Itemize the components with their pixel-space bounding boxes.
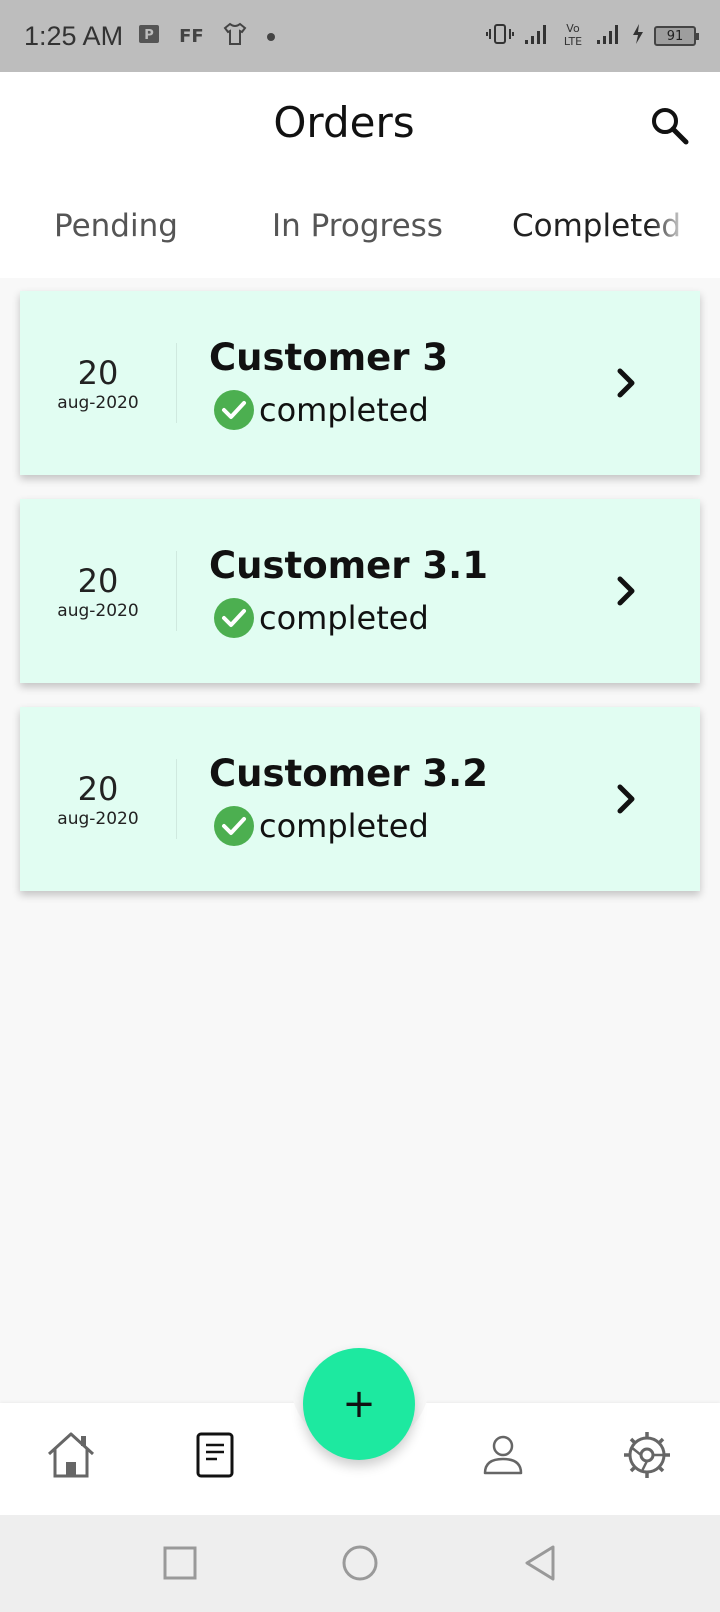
charging-icon (632, 23, 644, 49)
tab-in-progress[interactable]: In Progress (272, 208, 443, 244)
card-divider (176, 551, 177, 631)
order-status: completed (209, 805, 606, 847)
order-date: 20 aug-2020 (20, 759, 176, 839)
order-card[interactable]: 20 aug-2020 Customer 3 completed (20, 291, 700, 475)
home-button-icon[interactable] (340, 1543, 380, 1583)
customer-name: Customer 3.1 (209, 544, 488, 587)
order-status-text: completed (259, 599, 429, 637)
order-status: completed (209, 389, 606, 431)
check-circle-icon (214, 390, 254, 430)
order-info: Customer 3.1 completed (209, 543, 606, 639)
status-time: 1:25 AM (24, 20, 124, 51)
tab-fade (650, 178, 690, 278)
system-nav (0, 1515, 720, 1612)
back-icon[interactable] (520, 1543, 560, 1583)
parking-app-icon: P (137, 22, 161, 51)
order-status-tabs: Pending In Progress Completed (0, 178, 720, 278)
ff-app-icon: FF (179, 25, 204, 47)
order-status-text: completed (259, 807, 429, 845)
order-date-day: 20 (77, 770, 119, 808)
page-title: Orders (273, 98, 415, 147)
check-circle-icon (214, 806, 254, 846)
app-bar: Orders (0, 72, 720, 178)
notification-dot-icon (266, 26, 276, 47)
svg-text:P: P (144, 28, 154, 43)
vibrate-icon (486, 22, 514, 50)
order-status-text: completed (259, 391, 429, 429)
recent-apps-icon[interactable] (160, 1543, 200, 1583)
order-date-month: aug-2020 (57, 393, 139, 413)
order-info: Customer 3 completed (209, 335, 606, 431)
tab-pending[interactable]: Pending (54, 208, 178, 244)
add-order-button[interactable]: + (303, 1348, 415, 1460)
volte-icon: Vo LTE (560, 20, 586, 52)
check-circle-icon (214, 598, 254, 638)
person-icon (483, 1435, 523, 1475)
svg-text:LTE: LTE (564, 35, 582, 48)
order-date-day: 20 (77, 562, 119, 600)
gear-icon (624, 1432, 670, 1478)
search-button[interactable] (648, 104, 692, 148)
order-date-month: aug-2020 (57, 809, 139, 829)
chevron-right-icon[interactable] (606, 779, 646, 819)
order-card[interactable]: 20 aug-2020 Customer 3.1 completed (20, 499, 700, 683)
svg-text:Vo: Vo (566, 22, 580, 35)
customer-name: Customer 3 (209, 336, 449, 379)
nav-orders[interactable] (185, 1425, 245, 1485)
home-icon (47, 1432, 95, 1478)
order-date: 20 aug-2020 (20, 551, 176, 631)
card-divider (176, 343, 177, 423)
shirt-icon (222, 22, 248, 51)
customer-name: Customer 3.2 (209, 752, 488, 795)
order-info: Customer 3.2 completed (209, 751, 606, 847)
tab-mask (688, 178, 720, 278)
battery-icon: 91 (654, 26, 699, 46)
chevron-right-icon[interactable] (606, 363, 646, 403)
search-icon (652, 108, 689, 145)
document-icon (196, 1432, 234, 1478)
order-card[interactable]: 20 aug-2020 Customer 3.2 completed (20, 707, 700, 891)
order-date-day: 20 (77, 354, 119, 392)
nav-home[interactable] (41, 1425, 101, 1485)
signal-icon-2 (596, 22, 622, 50)
nav-settings[interactable] (617, 1425, 677, 1485)
card-divider (176, 759, 177, 839)
status-indicators: Vo LTE 91 (486, 20, 699, 52)
order-date-month: aug-2020 (57, 601, 139, 621)
nav-profile[interactable] (473, 1425, 533, 1485)
order-status: completed (209, 597, 606, 639)
order-date: 20 aug-2020 (20, 343, 176, 423)
signal-icon (524, 22, 550, 50)
status-bar: 1:25 AM P FF Vo LTE 91 (0, 0, 720, 72)
chevron-right-icon[interactable] (606, 571, 646, 611)
